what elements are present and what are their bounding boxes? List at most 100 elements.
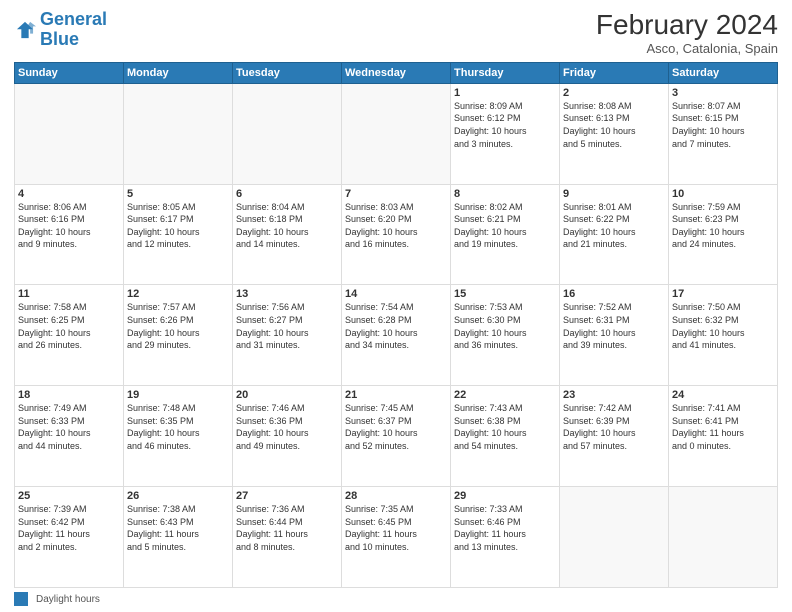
calendar-day-cell [15, 83, 124, 184]
day-info: Sunrise: 7:50 AM Sunset: 6:32 PM Dayligh… [672, 301, 774, 351]
day-number: 8 [454, 188, 556, 200]
calendar-week-row: 11Sunrise: 7:58 AM Sunset: 6:25 PM Dayli… [15, 285, 778, 386]
day-number: 20 [236, 389, 338, 401]
logo-text: General Blue [40, 10, 107, 50]
day-number: 7 [345, 188, 447, 200]
calendar-day-cell: 14Sunrise: 7:54 AM Sunset: 6:28 PM Dayli… [342, 285, 451, 386]
day-number: 1 [454, 87, 556, 99]
calendar-day-cell: 17Sunrise: 7:50 AM Sunset: 6:32 PM Dayli… [669, 285, 778, 386]
day-info: Sunrise: 7:41 AM Sunset: 6:41 PM Dayligh… [672, 402, 774, 452]
day-number: 5 [127, 188, 229, 200]
calendar-table: SundayMondayTuesdayWednesdayThursdayFrid… [14, 62, 778, 588]
calendar-day-cell: 11Sunrise: 7:58 AM Sunset: 6:25 PM Dayli… [15, 285, 124, 386]
day-info: Sunrise: 7:36 AM Sunset: 6:44 PM Dayligh… [236, 503, 338, 553]
calendar-day-cell [124, 83, 233, 184]
day-number: 25 [18, 490, 120, 502]
location: Asco, Catalonia, Spain [596, 41, 778, 56]
day-number: 3 [672, 87, 774, 99]
day-info: Sunrise: 7:52 AM Sunset: 6:31 PM Dayligh… [563, 301, 665, 351]
calendar-day-cell: 27Sunrise: 7:36 AM Sunset: 6:44 PM Dayli… [233, 487, 342, 588]
day-info: Sunrise: 7:58 AM Sunset: 6:25 PM Dayligh… [18, 301, 120, 351]
day-info: Sunrise: 8:01 AM Sunset: 6:22 PM Dayligh… [563, 201, 665, 251]
day-number: 14 [345, 288, 447, 300]
calendar-day-cell: 4Sunrise: 8:06 AM Sunset: 6:16 PM Daylig… [15, 184, 124, 285]
calendar-header-row: SundayMondayTuesdayWednesdayThursdayFrid… [15, 62, 778, 83]
calendar-day-cell: 22Sunrise: 7:43 AM Sunset: 6:38 PM Dayli… [451, 386, 560, 487]
day-info: Sunrise: 7:54 AM Sunset: 6:28 PM Dayligh… [345, 301, 447, 351]
day-of-week-header: Wednesday [342, 62, 451, 83]
day-info: Sunrise: 8:05 AM Sunset: 6:17 PM Dayligh… [127, 201, 229, 251]
legend-box [14, 592, 28, 606]
day-number: 13 [236, 288, 338, 300]
day-number: 28 [345, 490, 447, 502]
day-info: Sunrise: 7:35 AM Sunset: 6:45 PM Dayligh… [345, 503, 447, 553]
day-of-week-header: Saturday [669, 62, 778, 83]
day-number: 10 [672, 188, 774, 200]
calendar-day-cell [560, 487, 669, 588]
header: General Blue February 2024 Asco, Catalon… [14, 10, 778, 56]
legend-label: Daylight hours [36, 594, 100, 605]
calendar-day-cell: 12Sunrise: 7:57 AM Sunset: 6:26 PM Dayli… [124, 285, 233, 386]
calendar-day-cell: 16Sunrise: 7:52 AM Sunset: 6:31 PM Dayli… [560, 285, 669, 386]
day-of-week-header: Monday [124, 62, 233, 83]
calendar-day-cell: 20Sunrise: 7:46 AM Sunset: 6:36 PM Dayli… [233, 386, 342, 487]
logo-icon [14, 19, 36, 41]
calendar-day-cell: 18Sunrise: 7:49 AM Sunset: 6:33 PM Dayli… [15, 386, 124, 487]
day-info: Sunrise: 7:42 AM Sunset: 6:39 PM Dayligh… [563, 402, 665, 452]
day-info: Sunrise: 7:43 AM Sunset: 6:38 PM Dayligh… [454, 402, 556, 452]
day-of-week-header: Thursday [451, 62, 560, 83]
calendar-day-cell: 9Sunrise: 8:01 AM Sunset: 6:22 PM Daylig… [560, 184, 669, 285]
day-number: 12 [127, 288, 229, 300]
day-number: 6 [236, 188, 338, 200]
footer: Daylight hours [14, 592, 778, 606]
calendar-day-cell: 7Sunrise: 8:03 AM Sunset: 6:20 PM Daylig… [342, 184, 451, 285]
day-of-week-header: Sunday [15, 62, 124, 83]
page-container: General Blue February 2024 Asco, Catalon… [0, 0, 792, 612]
day-number: 23 [563, 389, 665, 401]
day-info: Sunrise: 7:57 AM Sunset: 6:26 PM Dayligh… [127, 301, 229, 351]
day-number: 9 [563, 188, 665, 200]
calendar-day-cell: 28Sunrise: 7:35 AM Sunset: 6:45 PM Dayli… [342, 487, 451, 588]
calendar-day-cell: 15Sunrise: 7:53 AM Sunset: 6:30 PM Dayli… [451, 285, 560, 386]
calendar-day-cell: 13Sunrise: 7:56 AM Sunset: 6:27 PM Dayli… [233, 285, 342, 386]
day-info: Sunrise: 8:09 AM Sunset: 6:12 PM Dayligh… [454, 100, 556, 150]
day-number: 24 [672, 389, 774, 401]
calendar-week-row: 4Sunrise: 8:06 AM Sunset: 6:16 PM Daylig… [15, 184, 778, 285]
logo: General Blue [14, 10, 107, 50]
calendar-day-cell [233, 83, 342, 184]
day-of-week-header: Tuesday [233, 62, 342, 83]
day-info: Sunrise: 7:53 AM Sunset: 6:30 PM Dayligh… [454, 301, 556, 351]
calendar-day-cell: 1Sunrise: 8:09 AM Sunset: 6:12 PM Daylig… [451, 83, 560, 184]
month-year: February 2024 [596, 10, 778, 41]
day-info: Sunrise: 8:02 AM Sunset: 6:21 PM Dayligh… [454, 201, 556, 251]
day-number: 16 [563, 288, 665, 300]
calendar-day-cell: 10Sunrise: 7:59 AM Sunset: 6:23 PM Dayli… [669, 184, 778, 285]
day-number: 27 [236, 490, 338, 502]
day-info: Sunrise: 7:38 AM Sunset: 6:43 PM Dayligh… [127, 503, 229, 553]
day-info: Sunrise: 7:56 AM Sunset: 6:27 PM Dayligh… [236, 301, 338, 351]
day-number: 19 [127, 389, 229, 401]
day-info: Sunrise: 8:03 AM Sunset: 6:20 PM Dayligh… [345, 201, 447, 251]
day-number: 26 [127, 490, 229, 502]
calendar-week-row: 25Sunrise: 7:39 AM Sunset: 6:42 PM Dayli… [15, 487, 778, 588]
calendar-day-cell: 26Sunrise: 7:38 AM Sunset: 6:43 PM Dayli… [124, 487, 233, 588]
calendar-day-cell: 23Sunrise: 7:42 AM Sunset: 6:39 PM Dayli… [560, 386, 669, 487]
calendar-day-cell: 3Sunrise: 8:07 AM Sunset: 6:15 PM Daylig… [669, 83, 778, 184]
day-info: Sunrise: 7:59 AM Sunset: 6:23 PM Dayligh… [672, 201, 774, 251]
calendar-day-cell: 5Sunrise: 8:05 AM Sunset: 6:17 PM Daylig… [124, 184, 233, 285]
day-info: Sunrise: 7:33 AM Sunset: 6:46 PM Dayligh… [454, 503, 556, 553]
day-number: 17 [672, 288, 774, 300]
day-info: Sunrise: 8:04 AM Sunset: 6:18 PM Dayligh… [236, 201, 338, 251]
day-of-week-header: Friday [560, 62, 669, 83]
day-number: 15 [454, 288, 556, 300]
calendar-day-cell: 8Sunrise: 8:02 AM Sunset: 6:21 PM Daylig… [451, 184, 560, 285]
calendar-day-cell [669, 487, 778, 588]
calendar-week-row: 1Sunrise: 8:09 AM Sunset: 6:12 PM Daylig… [15, 83, 778, 184]
day-info: Sunrise: 7:49 AM Sunset: 6:33 PM Dayligh… [18, 402, 120, 452]
day-info: Sunrise: 7:45 AM Sunset: 6:37 PM Dayligh… [345, 402, 447, 452]
day-info: Sunrise: 8:06 AM Sunset: 6:16 PM Dayligh… [18, 201, 120, 251]
calendar-day-cell: 25Sunrise: 7:39 AM Sunset: 6:42 PM Dayli… [15, 487, 124, 588]
calendar-day-cell: 24Sunrise: 7:41 AM Sunset: 6:41 PM Dayli… [669, 386, 778, 487]
day-info: Sunrise: 7:39 AM Sunset: 6:42 PM Dayligh… [18, 503, 120, 553]
title-block: February 2024 Asco, Catalonia, Spain [596, 10, 778, 56]
